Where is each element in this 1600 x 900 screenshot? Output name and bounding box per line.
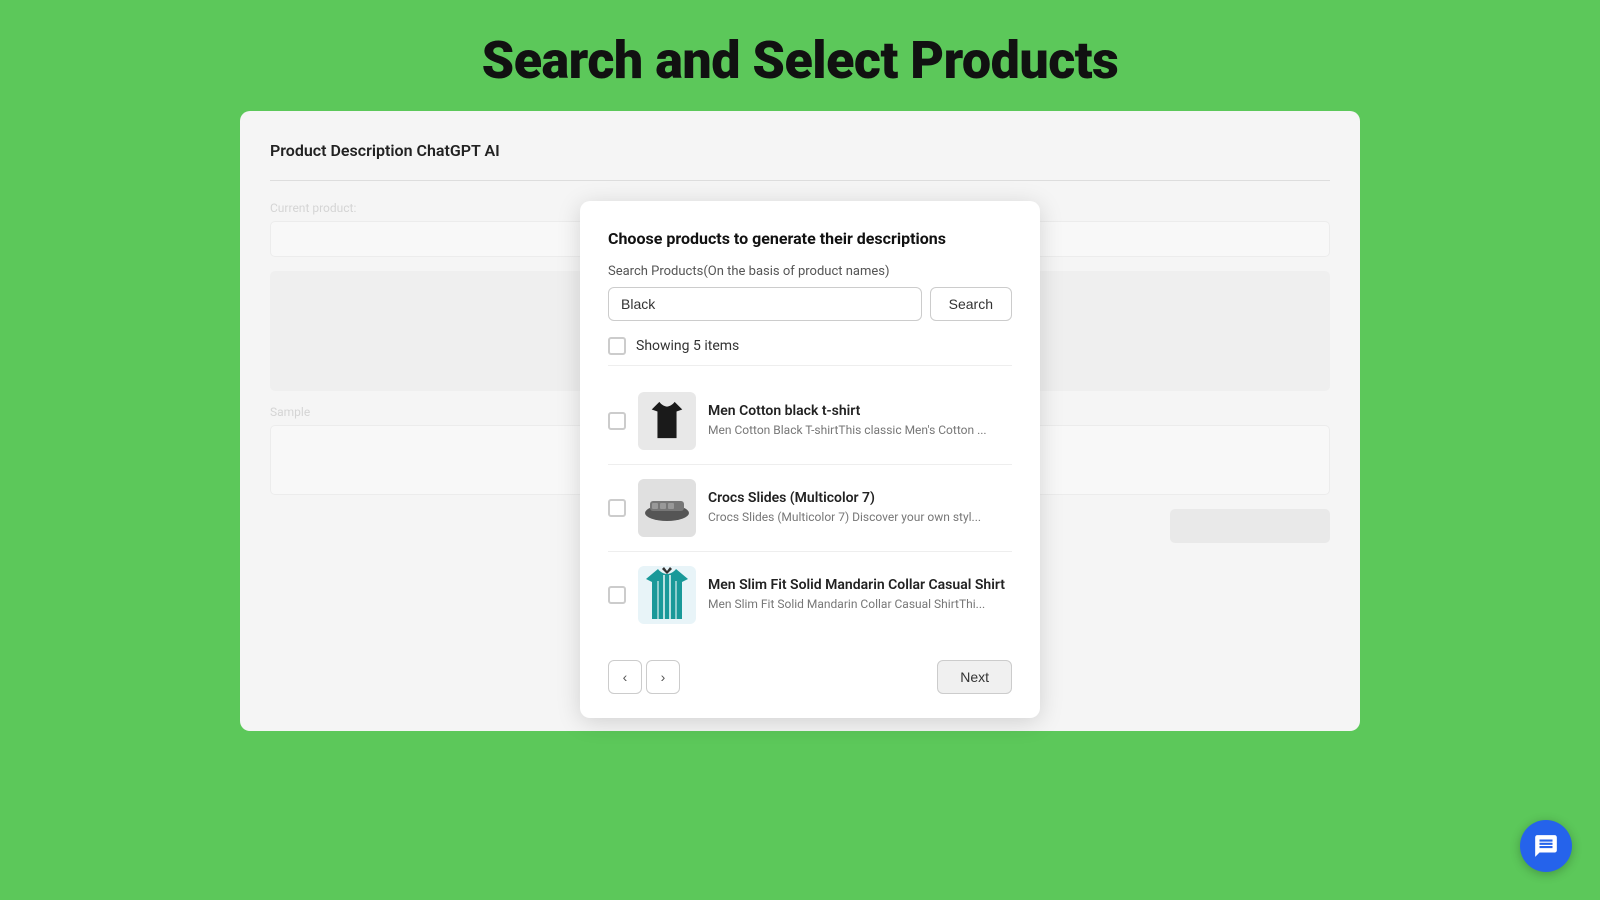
product-desc-3: Men Slim Fit Solid Mandarin Collar Casua… bbox=[708, 596, 1012, 613]
search-products-label: Search Products(On the basis of product … bbox=[608, 264, 1012, 279]
main-card: Product Description ChatGPT AI Current p… bbox=[240, 111, 1360, 731]
product-info-3: Men Slim Fit Solid Mandarin Collar Casua… bbox=[708, 577, 1012, 613]
next-button[interactable]: Next bbox=[937, 660, 1012, 694]
select-all-checkbox[interactable] bbox=[608, 337, 626, 355]
product-selection-modal: Choose products to generate their descri… bbox=[580, 201, 1040, 718]
product-desc-2: Crocs Slides (Multicolor 7) Discover you… bbox=[708, 509, 1012, 526]
modal-title: Choose products to generate their descri… bbox=[608, 229, 1012, 248]
product-desc-1: Men Cotton Black T-shirtThis classic Men… bbox=[708, 422, 1012, 439]
product-thumbnail-2 bbox=[638, 479, 696, 537]
slides-icon bbox=[642, 493, 692, 523]
product-thumbnail-3 bbox=[638, 566, 696, 624]
product-info-1: Men Cotton black t-shirt Men Cotton Blac… bbox=[708, 403, 1012, 439]
product-item: Crocs Slides (Multicolor 7) Crocs Slides… bbox=[608, 465, 1012, 552]
product-item: Men Cotton black t-shirt Men Cotton Blac… bbox=[608, 378, 1012, 465]
product-checkbox-3[interactable] bbox=[608, 586, 626, 604]
product-info-2: Crocs Slides (Multicolor 7) Crocs Slides… bbox=[708, 490, 1012, 526]
product-checkbox-2[interactable] bbox=[608, 499, 626, 517]
prev-page-button[interactable]: ‹ bbox=[608, 660, 642, 694]
pagination-row: ‹ › Next bbox=[608, 656, 1012, 694]
search-row: Search bbox=[608, 287, 1012, 321]
select-all-row: Showing 5 items bbox=[608, 337, 1012, 366]
chat-icon bbox=[1533, 833, 1559, 859]
product-name-3: Men Slim Fit Solid Mandarin Collar Casua… bbox=[708, 577, 1012, 593]
search-input[interactable] bbox=[608, 287, 922, 321]
app-label: Product Description ChatGPT AI bbox=[270, 141, 1330, 160]
chat-bubble[interactable] bbox=[1520, 820, 1572, 872]
mandarin-shirt-icon bbox=[642, 567, 692, 623]
tshirt-icon bbox=[649, 400, 685, 442]
product-thumbnail-1 bbox=[638, 392, 696, 450]
showing-count: Showing 5 items bbox=[636, 338, 739, 354]
product-name-2: Crocs Slides (Multicolor 7) bbox=[708, 490, 1012, 506]
next-page-button[interactable]: › bbox=[646, 660, 680, 694]
page-title: Search and Select Products bbox=[0, 0, 1600, 111]
product-list: Men Cotton black t-shirt Men Cotton Blac… bbox=[608, 378, 1012, 638]
product-item: Men Slim Fit Solid Mandarin Collar Casua… bbox=[608, 552, 1012, 638]
generate-description-button[interactable] bbox=[1170, 509, 1330, 543]
page-navigation: ‹ › bbox=[608, 660, 680, 694]
search-button[interactable]: Search bbox=[930, 287, 1012, 321]
product-name-1: Men Cotton black t-shirt bbox=[708, 403, 1012, 419]
content-area: Current product: sample-image Sample Cho… bbox=[270, 201, 1330, 543]
product-checkbox-1[interactable] bbox=[608, 412, 626, 430]
